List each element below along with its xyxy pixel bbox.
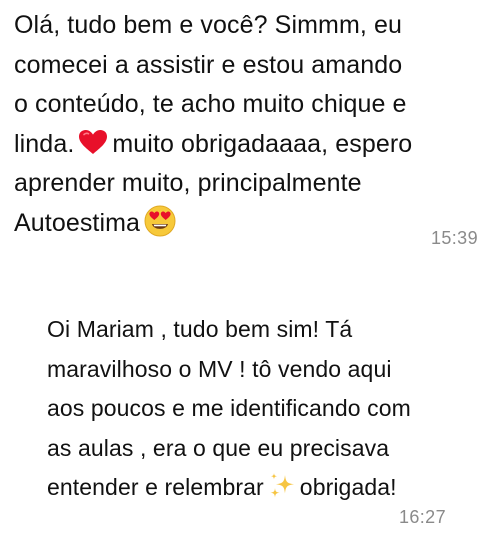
message-line: Olá, tudo bem e você? Simmm, eu [14, 11, 402, 39]
message-line: entender e relembrar obrigada! [47, 468, 494, 508]
message-line: as aulas , era o que eu precisava [47, 434, 390, 461]
message-line: aprender muito, principalmente [14, 169, 362, 197]
message-line-segment: Autoestima [14, 208, 141, 237]
message-line: Oi Mariam , tudo bem sim! Tá [47, 316, 353, 342]
heart-eyes-icon [144, 205, 176, 237]
message-received-1[interactable]: Olá, tudo bem e você? Simmm, eu comecei … [0, 6, 494, 248]
message-timestamp: 16:27 [398, 507, 446, 527]
message-line-segment: linda. [14, 129, 75, 158]
message-line-segment: obrigada! [299, 474, 397, 500]
message-text: Oi Mariam , tudo bem sim! Tá maravilhoso… [0, 310, 494, 508]
message-line: aos poucos e me identificando com [47, 395, 411, 421]
sparkles-icon [268, 471, 296, 501]
message-line-segment: muito obrigadaaaa, espero [112, 129, 413, 158]
red-heart-icon [78, 129, 108, 155]
message-line: o conteúdo, te acho muito chique e [14, 90, 407, 118]
message-line: linda. muito obrigadaaaa, espero [14, 125, 494, 165]
message-line: maravilhoso o MV ! tô vendo aqui [47, 355, 392, 382]
message-text: Olá, tudo bem e você? Simmm, eu comecei … [0, 6, 494, 243]
message-line: Autoestima [14, 204, 494, 244]
message-received-2[interactable]: Oi Mariam , tudo bem sim! Tá maravilhoso… [0, 310, 494, 527]
message-line-segment: entender e relembrar [47, 474, 264, 500]
message-timestamp: 15:39 [430, 228, 478, 248]
message-line: comecei a assistir e estou amando [14, 50, 403, 79]
